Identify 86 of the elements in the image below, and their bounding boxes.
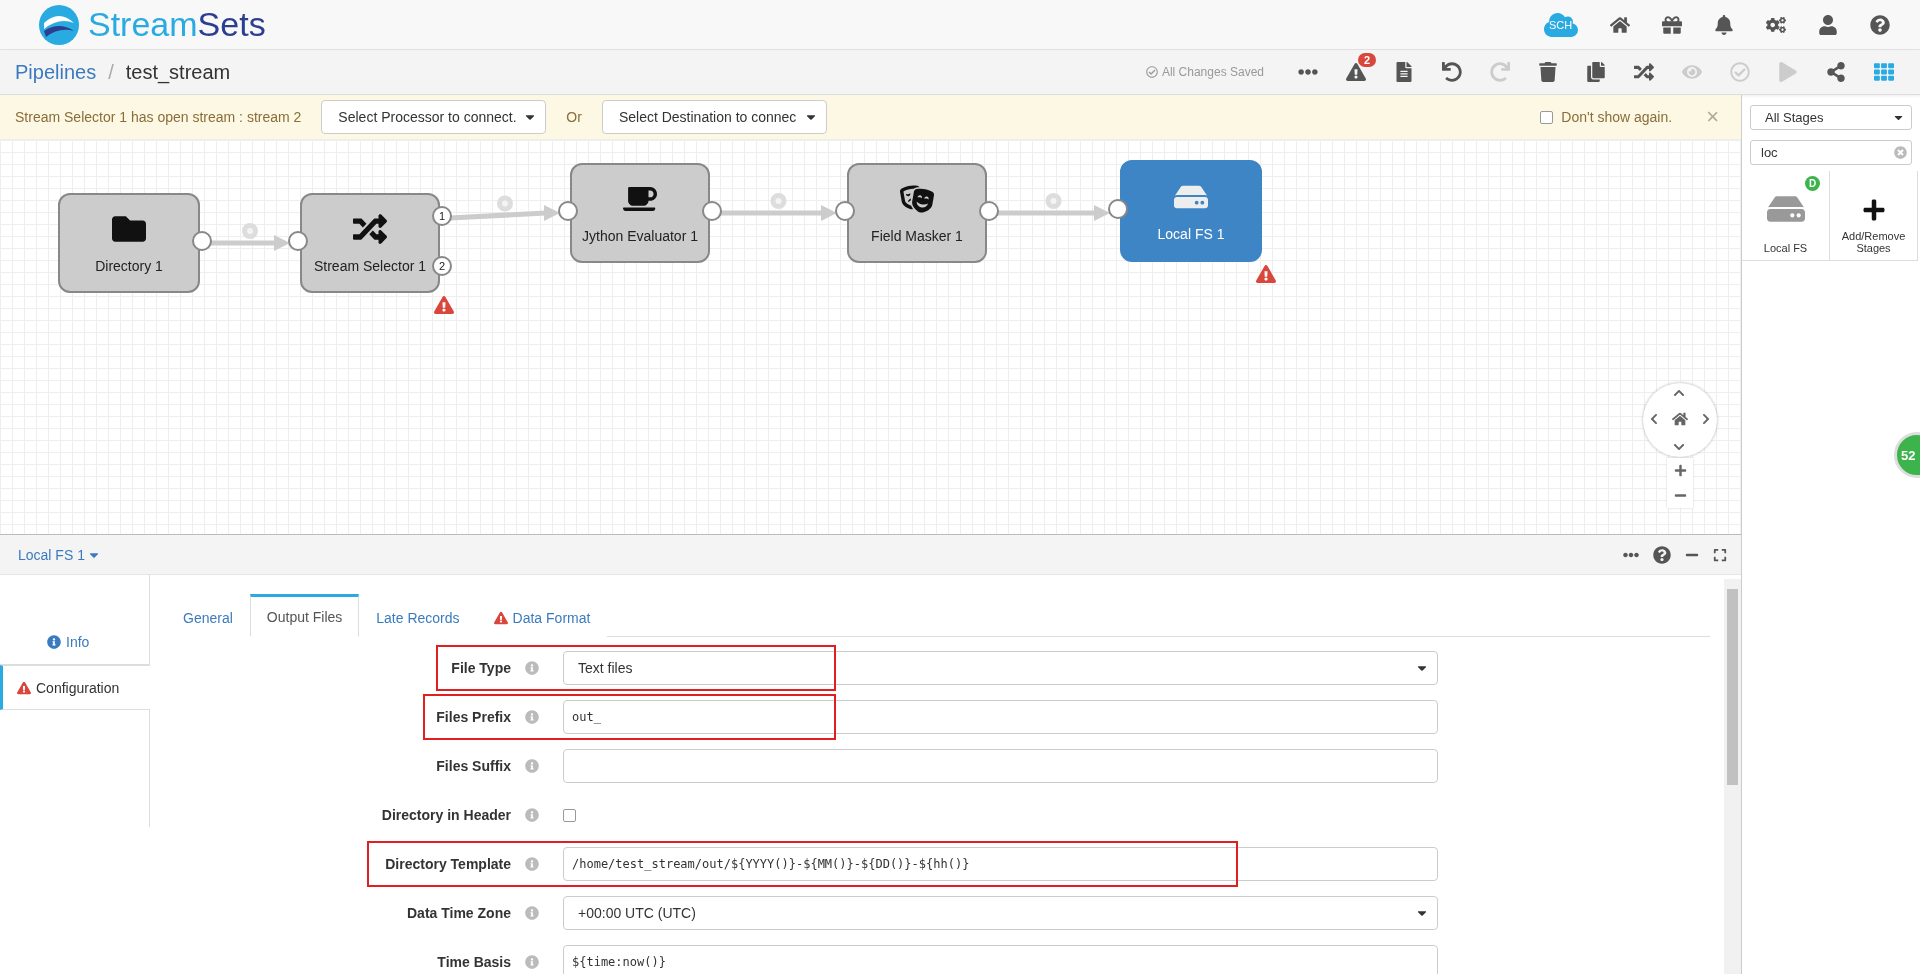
stage-tile[interactable]: D Local FS (1742, 171, 1830, 261)
home-icon[interactable] (1672, 411, 1688, 427)
scrollbar[interactable] (1724, 579, 1741, 974)
side-tab[interactable]: Configuration (0, 665, 150, 710)
field-label: Directory Template (384, 856, 511, 872)
or-text: Or (566, 109, 582, 125)
share-icon[interactable] (1826, 62, 1846, 82)
breadcrumb-link[interactable]: Pipelines (15, 60, 97, 84)
stage-label: Local FS (1763, 242, 1808, 254)
clear-icon (1894, 146, 1907, 159)
stage-tile[interactable]: Add/Remove Stages (1830, 171, 1918, 261)
pan-control[interactable] (1643, 383, 1717, 457)
node-label: Directory 1 (95, 258, 163, 274)
undo-icon[interactable] (1442, 62, 1462, 82)
node-label: Local FS 1 (1157, 226, 1225, 242)
output-port[interactable]: 2 (432, 256, 452, 276)
input-port[interactable] (288, 231, 308, 251)
output-port[interactable]: 1 (432, 206, 452, 226)
info-icon (47, 635, 61, 649)
split-arrow-icon (353, 212, 387, 246)
settings-icon[interactable] (1766, 14, 1786, 35)
field-label: Files Suffix (435, 758, 511, 774)
checkbox-label: Don't show again. (1561, 109, 1673, 125)
processor-select[interactable]: Select Processor to connect. (321, 100, 547, 134)
stage-badge: D (1805, 176, 1820, 191)
notice-message: Stream Selector 1 has open stream : stream 2 (15, 109, 302, 125)
bell-icon[interactable] (1714, 14, 1734, 35)
field-label: Directory in Header (380, 807, 511, 823)
stage-node[interactable]: Stream Selector 1 (300, 193, 440, 293)
logo-text: StreamSets (88, 5, 266, 44)
help-icon[interactable] (1653, 545, 1671, 564)
field-label: Files Prefix (435, 709, 511, 725)
tab[interactable]: Output Files (249, 594, 360, 637)
trash-icon[interactable] (1538, 62, 1558, 82)
expand-icon[interactable] (1713, 547, 1727, 562)
input-port[interactable] (558, 201, 578, 221)
stage-menu[interactable]: Local FS 1 (18, 546, 101, 563)
pipeline-title: test_stream (125, 60, 231, 84)
document-icon[interactable] (1394, 62, 1414, 82)
plus-icon (1861, 198, 1886, 222)
left-arrow-icon[interactable] (1648, 413, 1660, 425)
gift-icon[interactable] (1662, 14, 1682, 35)
stage-node[interactable]: Local FS 1 (1120, 160, 1262, 262)
copy-icon[interactable] (1586, 62, 1606, 82)
input-field[interactable]: ${time:now()} (563, 945, 1438, 974)
node-label: Field Masker 1 (871, 228, 963, 244)
count-badge: 2 (1358, 53, 1377, 67)
grid-icon[interactable] (1874, 62, 1894, 82)
field-label: Time Basis (436, 954, 511, 970)
checkbox[interactable] (1540, 110, 1554, 124)
output-port[interactable] (979, 201, 999, 221)
destination-select[interactable]: Select Destination to connec (601, 100, 827, 134)
node-label: Jython Evaluator 1 (582, 228, 698, 244)
breadcrumb-separator: / (108, 60, 114, 84)
checkbox[interactable] (563, 808, 576, 822)
plus-icon (1673, 464, 1687, 477)
input-port[interactable] (835, 201, 855, 221)
stage-node[interactable]: Field Masker 1 (847, 163, 987, 263)
mask-icon (900, 182, 934, 216)
node-label: Stream Selector 1 (313, 258, 427, 274)
warning-icon (17, 680, 31, 695)
input-field[interactable] (563, 749, 1438, 783)
check-icon (1145, 66, 1158, 78)
warning-icon[interactable] (1346, 62, 1366, 82)
right-arrow-icon[interactable] (1700, 413, 1712, 425)
stage-filter-select[interactable]: All Stages (1750, 105, 1912, 130)
input-field[interactable]: out_ (563, 700, 1438, 734)
output-port[interactable] (192, 231, 212, 251)
shuffle-icon[interactable] (1634, 62, 1654, 82)
down-arrow-icon[interactable] (1673, 441, 1685, 453)
home-icon[interactable] (1610, 14, 1630, 35)
input-port[interactable] (1108, 199, 1128, 219)
field-label: Data Time Zone (406, 905, 511, 921)
select-field[interactable]: Text files (563, 651, 1438, 685)
stage-node[interactable]: Jython Evaluator 1 (570, 163, 710, 263)
stage-label: Add/Remove Stages (1840, 230, 1907, 254)
save-status: All Changes Saved (1161, 65, 1264, 79)
help-icon[interactable] (1870, 14, 1890, 35)
search-field[interactable]: loc (1750, 140, 1912, 165)
field-label: File Type (450, 660, 511, 676)
user-icon[interactable] (1818, 14, 1838, 35)
select-field[interactable]: +00:00 UTC (UTC) (563, 896, 1438, 930)
up-arrow-icon[interactable] (1673, 387, 1685, 399)
input-field[interactable]: /home/test_stream/out/${YYYY()}-${MM()}-${DD()}-${hh()} (563, 847, 1438, 881)
stage-node[interactable]: Directory 1 (58, 193, 200, 293)
output-port[interactable] (702, 201, 722, 221)
